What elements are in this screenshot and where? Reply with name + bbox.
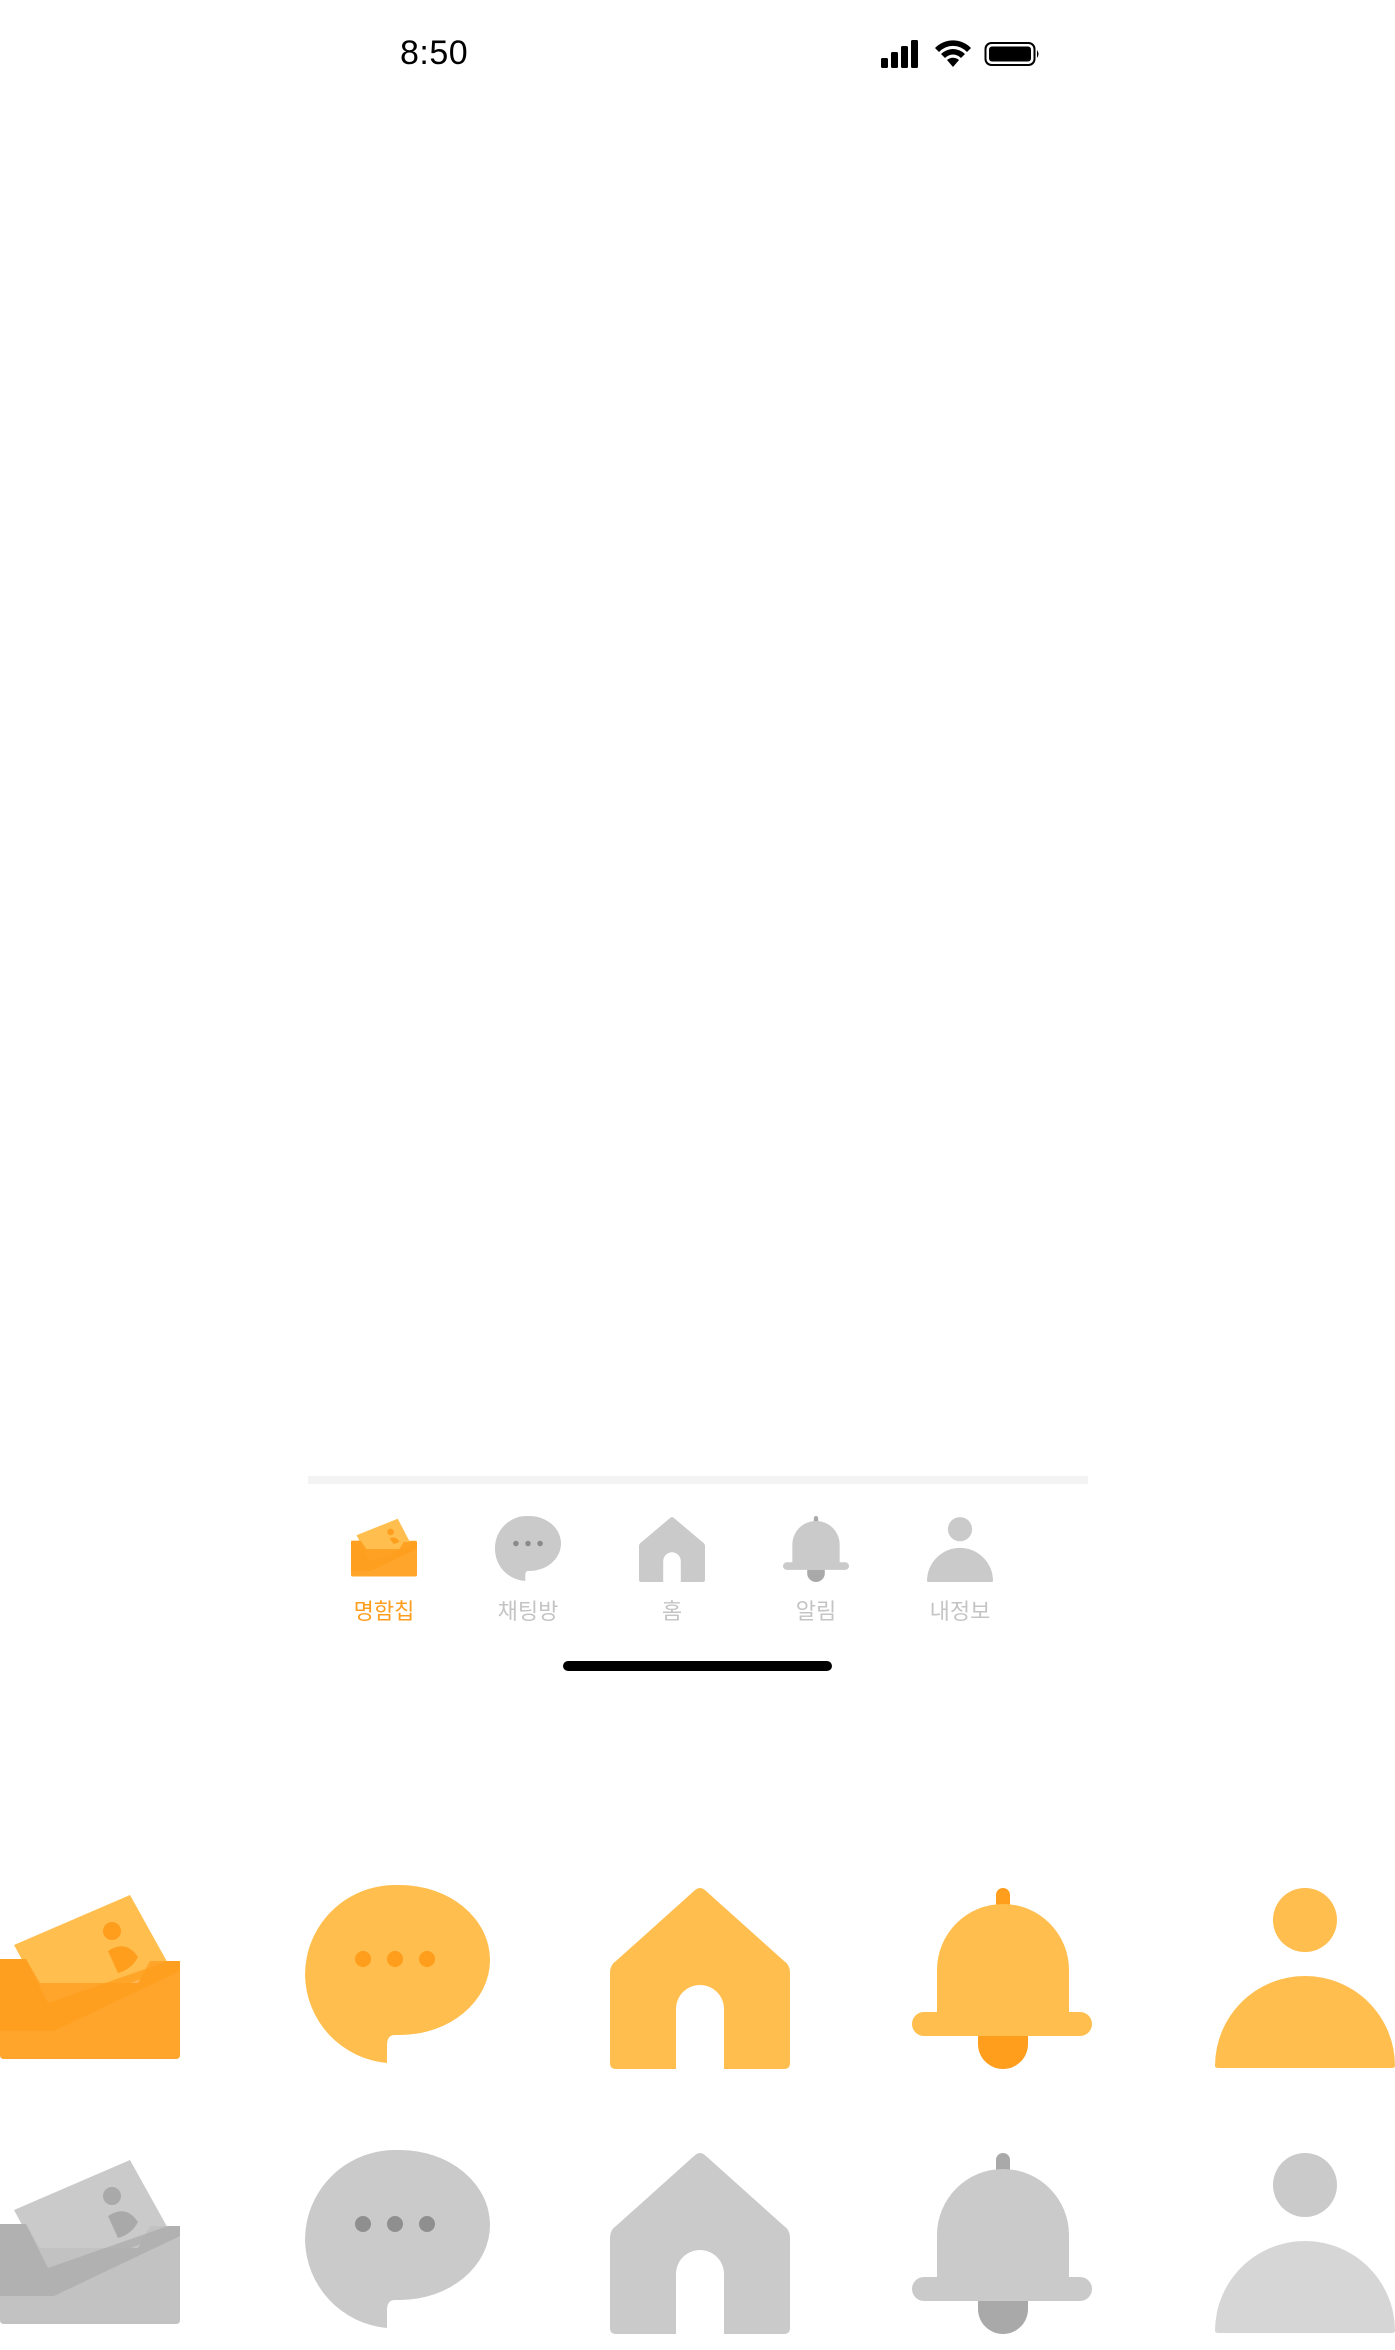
chat-bubble-icon — [305, 1885, 490, 2063]
card-envelope-icon — [351, 1518, 417, 1577]
chat-bubble-icon — [495, 1516, 561, 1581]
card-envelope-icon — [0, 1895, 180, 2059]
bell-icon — [912, 2153, 1092, 2334]
tab-home[interactable]: 홈 — [600, 1500, 744, 1630]
person-icon — [1215, 2153, 1395, 2333]
person-icon — [1215, 1888, 1395, 2068]
home-icon — [639, 1517, 705, 1582]
cellular-signal-icon — [881, 40, 918, 68]
bell-icon — [783, 1516, 849, 1582]
tab-my-info[interactable]: 내정보 — [888, 1500, 1032, 1630]
card-envelope-icon — [0, 2160, 180, 2324]
bell-icon — [912, 1888, 1092, 2069]
tab-label: 홈 — [661, 1600, 683, 1625]
tab-label: 내정보 — [929, 1600, 991, 1625]
battery-icon — [984, 42, 1039, 66]
tab-bar-divider — [308, 1476, 1088, 1484]
tab-label: 명함칩 — [353, 1600, 415, 1625]
tab-label: 알림 — [795, 1600, 837, 1625]
home-icon — [610, 1888, 790, 2069]
tab-label: 채팅방 — [497, 1600, 559, 1625]
tab-chat-room[interactable]: 채팅방 — [456, 1500, 600, 1630]
bottom-tab-bar: 명함칩 채팅방 홈 알림 내정보 — [308, 1500, 1088, 1630]
wifi-icon — [935, 40, 971, 67]
person-icon — [927, 1517, 993, 1582]
chat-bubble-icon — [305, 2150, 490, 2328]
home-indicator[interactable] — [563, 1661, 832, 1671]
home-icon — [610, 2153, 790, 2334]
status-time: 8:50 — [400, 34, 469, 72]
tab-card-chip[interactable]: 명함칩 — [312, 1500, 456, 1630]
tab-notifications[interactable]: 알림 — [744, 1500, 888, 1630]
